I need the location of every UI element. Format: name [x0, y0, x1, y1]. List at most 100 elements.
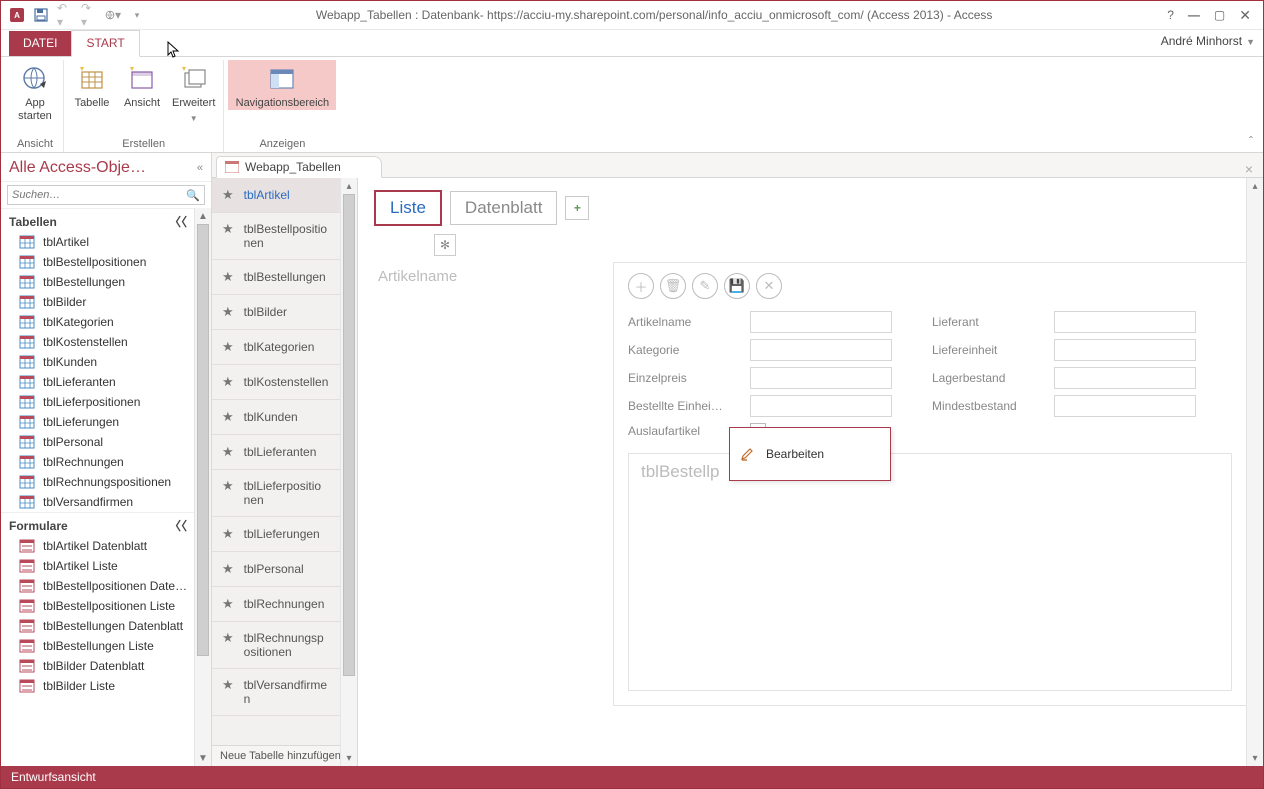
nav-table-item[interactable]: tblLieferpositionen — [1, 392, 195, 412]
file-tab[interactable]: DATEI — [9, 31, 71, 56]
collapse-group-icon[interactable]: 〈〈 — [169, 213, 187, 230]
erweitert-button[interactable]: Erweitert ▼ — [168, 60, 219, 125]
ansicht-button[interactable]: Ansicht — [118, 60, 166, 110]
table-selector-item[interactable]: ★tblPersonal — [212, 552, 341, 587]
globe-refresh-icon[interactable]: ▾ — [105, 7, 121, 23]
nav-group-formulare[interactable]: Formulare〈〈 — [1, 512, 195, 536]
table-selector-item[interactable]: ★tblArtikel — [212, 178, 341, 213]
nav-table-item[interactable]: tblLieferanten — [1, 372, 195, 392]
help-icon[interactable]: ? — [1167, 8, 1174, 22]
nav-group-tabellen[interactable]: Tabellen〈〈 — [1, 208, 195, 232]
close-icon[interactable]: ✕ — [1239, 7, 1251, 24]
nav-scrollbar[interactable]: ▲ ▼ — [194, 208, 211, 766]
tlist-scrollbar[interactable]: ▴ ▾ — [340, 178, 357, 766]
context-bearbeiten[interactable]: Bearbeiten — [740, 446, 880, 462]
add-table-button[interactable]: Neue Tabelle hinzufügen — [212, 745, 357, 766]
nav-form-item[interactable]: tblBestellpositionen Date… — [1, 576, 195, 596]
nav-form-item[interactable]: tblArtikel Datenblatt — [1, 536, 195, 556]
table-selector-item[interactable]: ★tblKunden — [212, 400, 341, 435]
scroll-up-icon[interactable]: ▴ — [341, 178, 357, 194]
nav-form-item[interactable]: tblBestellungen Datenblatt — [1, 616, 195, 636]
undo-icon[interactable]: ↶ ▾ — [57, 7, 73, 23]
record-add-button[interactable]: ＋ — [628, 273, 654, 299]
minimize-icon[interactable]: — — [1188, 8, 1200, 22]
nav-form-item[interactable]: tblBilder Datenblatt — [1, 656, 195, 676]
field-input[interactable] — [1054, 311, 1196, 333]
field-input[interactable] — [1054, 367, 1196, 389]
field-input[interactable] — [750, 367, 892, 389]
ribbon-collapse-icon[interactable]: ˆ — [1249, 134, 1253, 148]
view-settings-button[interactable]: ✻ — [434, 234, 456, 256]
scroll-up-icon[interactable]: ▴ — [1247, 178, 1263, 194]
nav-table-item[interactable]: tblKunden — [1, 352, 195, 372]
form-field: Liefereinheit — [932, 339, 1196, 361]
collapse-group-icon[interactable]: 〈〈 — [169, 517, 187, 534]
nav-table-item[interactable]: tblPersonal — [1, 432, 195, 452]
nav-title[interactable]: Alle Access-Obje…« — [1, 153, 211, 182]
table-selector-item[interactable]: ★tblLieferungen — [212, 517, 341, 552]
table-selector-item[interactable]: ★tblKategorien — [212, 330, 341, 365]
start-tab[interactable]: START — [71, 30, 139, 57]
nav-table-item[interactable]: tblKategorien — [1, 312, 195, 332]
nav-collapse-icon[interactable]: « — [197, 162, 203, 174]
user-name[interactable]: André Minhorst▼ — [1161, 34, 1255, 48]
editor-scrollbar[interactable]: ▴ ▾ — [1246, 178, 1263, 766]
field-input[interactable] — [1054, 395, 1196, 417]
scroll-thumb[interactable] — [197, 224, 209, 656]
field-input[interactable] — [750, 395, 892, 417]
nav-table-item[interactable]: tblArtikel — [1, 232, 195, 252]
nav-table-item[interactable]: tblVersandfirmen — [1, 492, 195, 512]
view-tab-liste[interactable]: Liste — [374, 190, 442, 226]
doc-tab-close-icon[interactable]: × — [1235, 161, 1263, 177]
table-selector-item[interactable]: ★tblLieferanten — [212, 435, 341, 470]
globe-launch-icon — [19, 63, 51, 95]
scroll-up-icon[interactable]: ▲ — [195, 208, 211, 224]
maximize-icon[interactable]: ▢ — [1214, 8, 1225, 22]
table-selector-item[interactable]: ★tblRechnungspositionen — [212, 622, 341, 669]
record-delete-button[interactable]: 🗑 — [660, 273, 686, 299]
field-input[interactable] — [750, 339, 892, 361]
nav-table-item[interactable]: tblRechnungen — [1, 452, 195, 472]
scroll-down-icon[interactable]: ▾ — [1247, 750, 1263, 766]
table-selector-item[interactable]: ★tblLieferpositionen — [212, 470, 341, 517]
nav-table-item[interactable]: tblRechnungspositionen — [1, 472, 195, 492]
search-input[interactable] — [8, 189, 182, 201]
app-starten-button[interactable]: App starten — [11, 60, 59, 123]
nav-form-item[interactable]: tblBestellungen Liste — [1, 636, 195, 656]
navigationsbereich-button[interactable]: Navigationsbereich — [228, 60, 336, 110]
nav-form-item[interactable]: tblBestellpositionen Liste — [1, 596, 195, 616]
search-icon[interactable]: 🔍 — [182, 189, 204, 202]
table-selector-item[interactable]: ★tblKostenstellen — [212, 365, 341, 400]
record-save-button[interactable]: 💾 — [724, 273, 750, 299]
nav-table-item[interactable]: tblKostenstellen — [1, 332, 195, 352]
nav-search[interactable]: 🔍 — [7, 185, 205, 205]
doc-tab-webapp[interactable]: Webapp_Tabellen — [216, 156, 382, 178]
view-tab-datenblatt[interactable]: Datenblatt — [450, 191, 558, 225]
scroll-down-icon[interactable]: ▾ — [341, 750, 357, 766]
field-input[interactable] — [1054, 339, 1196, 361]
add-view-button[interactable]: + — [565, 196, 589, 220]
nav-table-item[interactable]: tblBestellpositionen — [1, 252, 195, 272]
table-selector-item[interactable]: ★tblBestellpositionen — [212, 213, 341, 260]
save-icon[interactable] — [33, 7, 49, 23]
scroll-thumb[interactable] — [343, 194, 355, 676]
star-icon: ★ — [222, 561, 234, 577]
table-selector-item[interactable]: ★tblBilder — [212, 295, 341, 330]
redo-icon[interactable]: ↷ ▾ — [81, 7, 97, 23]
scroll-down-icon[interactable]: ▼ — [195, 750, 211, 766]
table-selector-item[interactable]: ★tblRechnungen — [212, 587, 341, 622]
qat-customize-icon[interactable]: ▾ — [129, 7, 145, 23]
nav-table-item[interactable]: tblBestellungen — [1, 272, 195, 292]
form-field: Artikelname — [628, 311, 892, 333]
nav-table-item[interactable]: tblBilder — [1, 292, 195, 312]
record-edit-button[interactable]: ✎ — [692, 273, 718, 299]
webapp-tab-icon — [225, 161, 239, 173]
table-selector-item[interactable]: ★tblBestellungen — [212, 260, 341, 295]
field-input[interactable] — [750, 311, 892, 333]
table-selector-item[interactable]: ★tblVersandfirmen — [212, 669, 341, 716]
nav-table-item[interactable]: tblLieferungen — [1, 412, 195, 432]
nav-form-item[interactable]: tblArtikel Liste — [1, 556, 195, 576]
record-cancel-button[interactable]: ✕ — [756, 273, 782, 299]
tabelle-button[interactable]: Tabelle — [68, 60, 116, 110]
nav-form-item[interactable]: tblBilder Liste — [1, 676, 195, 696]
